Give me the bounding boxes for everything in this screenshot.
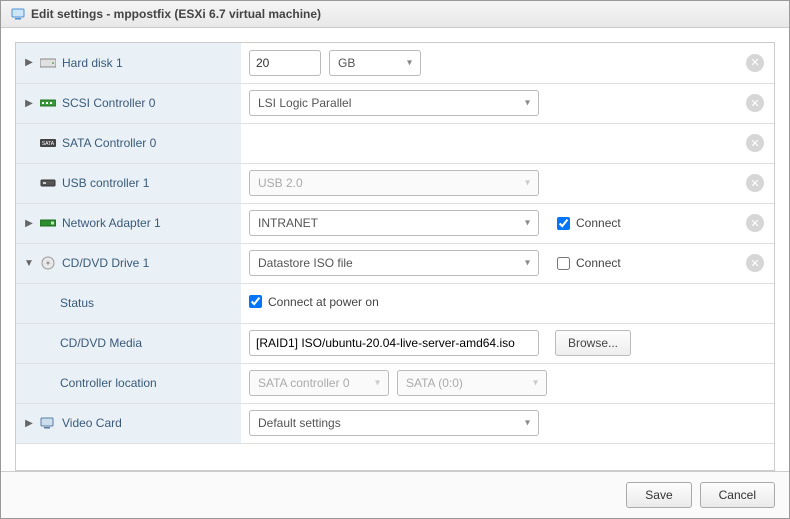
media-path-input[interactable] bbox=[249, 330, 539, 356]
controller-port-select[interactable]: SATA (0:0)▾ bbox=[397, 370, 547, 396]
remove-nic-button[interactable]: ✕ bbox=[746, 214, 764, 232]
cddvd-connect-checkbox-wrap[interactable]: Connect bbox=[557, 256, 621, 270]
scsi-label: SCSI Controller 0 bbox=[62, 96, 155, 110]
hardware-list-scroll[interactable]: ▶ Hard disk 1 GB▾ bbox=[15, 42, 775, 471]
cddvd-status-row: Status Connect at power on bbox=[16, 283, 774, 323]
controller-location-row: Controller location SATA controller 0▾ S… bbox=[16, 363, 774, 403]
chevron-down-icon: ▾ bbox=[525, 418, 530, 429]
hard-disk-label: Hard disk 1 bbox=[62, 56, 123, 70]
chevron-down-icon: ▾ bbox=[525, 218, 530, 229]
svg-text:SATA: SATA bbox=[42, 141, 55, 147]
expand-toggle[interactable]: ▶ bbox=[24, 418, 34, 429]
sata-controller-row: ▶ SATA SATA Controller 0 ✕ bbox=[16, 123, 774, 163]
cddvd-icon bbox=[40, 255, 56, 271]
dialog-title: Edit settings - mppostfix (ESXi 6.7 virt… bbox=[31, 7, 321, 21]
scsi-type-select[interactable]: LSI Logic Parallel▾ bbox=[249, 90, 539, 116]
chevron-down-icon: ▾ bbox=[375, 378, 380, 389]
status-label: Status bbox=[60, 296, 94, 310]
nic-connect-checkbox[interactable] bbox=[557, 217, 570, 230]
network-adapter-row: ▶ Network Adapter 1 INTRANET▾ bbox=[16, 203, 774, 243]
hard-disk-icon bbox=[40, 55, 56, 71]
expand-toggle[interactable]: ▶ bbox=[24, 218, 34, 229]
nic-network-select[interactable]: INTRANET▾ bbox=[249, 210, 539, 236]
chevron-down-icon: ▾ bbox=[533, 378, 538, 389]
video-card-label: Video Card bbox=[62, 416, 122, 430]
connect-at-poweron-wrap[interactable]: Connect at power on bbox=[249, 295, 379, 309]
scsi-controller-row: ▶ SCSI Controller 0 LSI Logic Parallel▾ … bbox=[16, 83, 774, 123]
chevron-down-icon: ▾ bbox=[525, 178, 530, 189]
remove-hard-disk-button[interactable]: ✕ bbox=[746, 54, 764, 72]
cddvd-source-select[interactable]: Datastore ISO file▾ bbox=[249, 250, 539, 276]
sata-label: SATA Controller 0 bbox=[62, 136, 156, 150]
dialog-footer: Save Cancel bbox=[1, 471, 789, 518]
sata-icon: SATA bbox=[40, 135, 56, 151]
expand-toggle[interactable]: ▶ bbox=[24, 98, 34, 109]
expand-toggle[interactable]: ▼ bbox=[24, 258, 34, 269]
edit-settings-dialog: Edit settings - mppostfix (ESXi 6.7 virt… bbox=[0, 0, 790, 519]
scsi-icon bbox=[40, 95, 56, 111]
dialog-title-bar: Edit settings - mppostfix (ESXi 6.7 virt… bbox=[1, 1, 789, 28]
controller-location-label: Controller location bbox=[60, 376, 157, 390]
hardware-table: ▶ Hard disk 1 GB▾ bbox=[16, 43, 774, 444]
cddvd-drive-row: ▼ CD/DVD Drive 1 Datastore ISO file▾ bbox=[16, 243, 774, 283]
chevron-down-icon: ▾ bbox=[407, 57, 412, 68]
usb-controller-row: ▶ USB controller 1 USB 2.0▾ ✕ bbox=[16, 163, 774, 203]
cancel-button[interactable]: Cancel bbox=[700, 482, 775, 508]
remove-cddvd-button[interactable]: ✕ bbox=[746, 254, 764, 272]
hard-disk-unit-select[interactable]: GB▾ bbox=[329, 50, 421, 76]
save-button[interactable]: Save bbox=[626, 482, 691, 508]
remove-scsi-button[interactable]: ✕ bbox=[746, 94, 764, 112]
dialog-content: ▶ Hard disk 1 GB▾ bbox=[1, 28, 789, 471]
remove-sata-button[interactable]: ✕ bbox=[746, 134, 764, 152]
browse-button[interactable]: Browse... bbox=[555, 330, 631, 356]
cddvd-connect-checkbox[interactable] bbox=[557, 257, 570, 270]
nic-icon bbox=[40, 215, 56, 231]
controller-select[interactable]: SATA controller 0▾ bbox=[249, 370, 389, 396]
nic-connect-checkbox-wrap[interactable]: Connect bbox=[557, 216, 621, 230]
video-card-icon bbox=[40, 415, 56, 431]
media-label: CD/DVD Media bbox=[60, 336, 142, 350]
expand-toggle[interactable]: ▶ bbox=[24, 57, 34, 68]
vm-icon bbox=[11, 7, 25, 21]
usb-type-select[interactable]: USB 2.0▾ bbox=[249, 170, 539, 196]
nic-label: Network Adapter 1 bbox=[62, 216, 161, 230]
hard-disk-row: ▶ Hard disk 1 GB▾ bbox=[16, 43, 774, 83]
connect-at-poweron-checkbox[interactable] bbox=[249, 295, 262, 308]
cddvd-media-row: CD/DVD Media Browse... bbox=[16, 323, 774, 363]
video-card-select[interactable]: Default settings▾ bbox=[249, 410, 539, 436]
hard-disk-size-input[interactable] bbox=[249, 50, 321, 76]
usb-label: USB controller 1 bbox=[62, 176, 149, 190]
chevron-down-icon: ▾ bbox=[525, 98, 530, 109]
cddvd-label: CD/DVD Drive 1 bbox=[62, 256, 149, 270]
video-card-row: ▶ Video Card Default settings▾ bbox=[16, 403, 774, 443]
chevron-down-icon: ▾ bbox=[525, 258, 530, 269]
usb-icon bbox=[40, 175, 56, 191]
remove-usb-button[interactable]: ✕ bbox=[746, 174, 764, 192]
